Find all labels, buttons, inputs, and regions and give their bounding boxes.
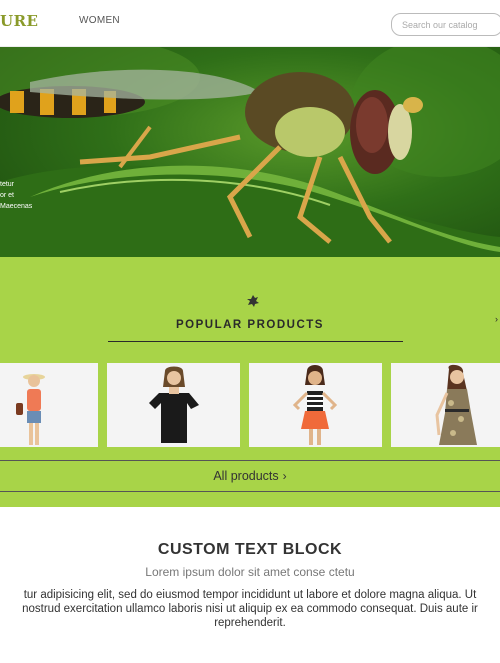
custom-text-line: reprehenderit. [214,617,286,629]
custom-text-title: CUSTOM TEXT BLOCK [157,541,343,558]
site-logo[interactable]: URE [0,12,38,30]
all-products-button[interactable]: All products › [213,461,286,491]
chevron-right-icon[interactable]: › [495,314,498,324]
custom-text-body: tur adipisicing elit, sed do eiusmod tem… [0,588,500,630]
popular-products-section: POPULAR PRODUCTS › All products › [0,257,500,507]
woman-hat-orange-top-icon [16,374,45,445]
product-card[interactable] [0,363,98,447]
all-products-bar: All products › [0,460,500,492]
title-divider [108,341,403,342]
hero-caption-line: Maecenas [0,203,33,210]
hoverfly-on-leaf-image [0,47,500,257]
custom-text-line: tur adipisicing elit, sed do eiusmod tem… [23,589,477,601]
woman-striped-top-orange-skirt-icon [292,365,338,445]
hero-caption-line: tetur [0,181,15,188]
product-card[interactable] [249,363,382,447]
chevron-right-icon: › [282,469,287,483]
product-card[interactable] [391,363,500,447]
leaf-icon [247,295,259,307]
product-card[interactable] [107,363,240,447]
site-header: URE WOMEN [0,0,500,47]
all-products-label: All products [213,469,279,483]
search-box[interactable] [391,13,500,36]
hero-caption-line: or et [0,192,15,199]
woman-black-top-icon [149,366,199,443]
woman-floral-dress-icon [435,364,477,445]
nav-link-women[interactable]: WOMEN [79,15,120,26]
section-title: POPULAR PRODUCTS [176,319,324,331]
custom-text-line: nostrud exercitation ullamco laboris nis… [22,603,478,615]
hero-caption: tetur or et Maecenas [0,179,32,212]
search-input[interactable] [392,14,500,35]
hero-slider[interactable]: tetur or et Maecenas [0,47,500,257]
custom-text-subtitle: Lorem ipsum dolor sit amet conse ctetu [145,565,355,579]
